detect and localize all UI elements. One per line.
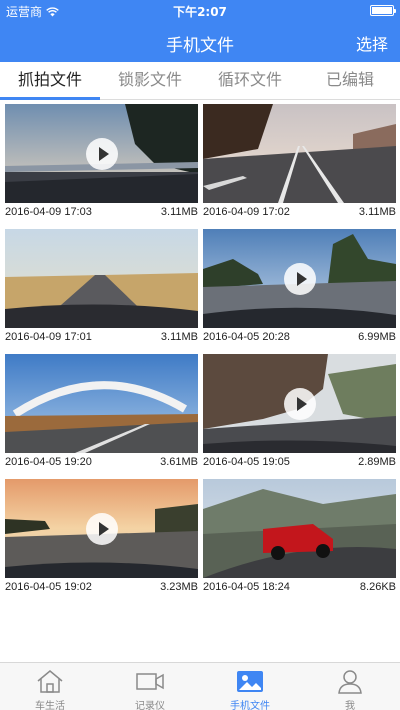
file-date: 2016-04-09 17:03: [5, 206, 92, 218]
file-category-tabs: 抓拍文件 锁影文件 循环文件 已编辑: [0, 62, 400, 100]
file-meta: 2016-04-05 19:20 3.61MB: [5, 456, 198, 472]
file-date: 2016-04-05 19:20: [5, 456, 92, 468]
video-thumbnail: [203, 229, 396, 328]
photo-thumbnail: [203, 479, 396, 578]
play-button[interactable]: [85, 137, 118, 170]
tab-snapshot-files[interactable]: 抓拍文件: [0, 62, 100, 100]
file-size: 3.23MB: [160, 581, 198, 593]
tab-edited-files[interactable]: 已编辑: [300, 62, 400, 99]
file-card[interactable]: 2016-04-09 17:02 3.11MB: [203, 104, 396, 224]
file-date: 2016-04-05 19:02: [5, 581, 92, 593]
file-size: 3.61MB: [160, 456, 198, 468]
file-meta: 2016-04-09 17:01 3.11MB: [5, 331, 198, 347]
file-card[interactable]: 2016-04-05 20:28 6.99MB: [203, 229, 396, 349]
battery-icon: [370, 5, 396, 16]
video-thumbnail: [5, 354, 198, 453]
file-card[interactable]: 2016-04-05 19:20 3.61MB: [5, 354, 198, 474]
tabbar-item-phone-files[interactable]: 手机文件: [200, 663, 300, 710]
video-thumbnail: [203, 104, 396, 203]
file-date: 2016-04-09 17:01: [5, 331, 92, 343]
file-meta: 2016-04-05 20:28 6.99MB: [203, 331, 396, 347]
navigation-header: 运营商 下午2:07 手机文件 选择: [0, 0, 400, 62]
play-button[interactable]: [283, 262, 316, 295]
tabbar-label: 记录仪: [135, 701, 165, 710]
file-meta: 2016-04-05 18:24 8.26KB: [203, 581, 396, 597]
file-card[interactable]: 2016-04-05 18:24 8.26KB: [203, 479, 396, 599]
select-button[interactable]: 选择: [356, 31, 388, 55]
bottom-tab-bar: 车生活 记录仪 手机文件 我: [0, 662, 400, 710]
file-meta: 2016-04-05 19:02 3.23MB: [5, 581, 198, 597]
file-date: 2016-04-05 18:24: [203, 581, 290, 593]
file-meta: 2016-04-09 17:03 3.11MB: [5, 206, 198, 222]
file-meta: 2016-04-05 19:05 2.89MB: [203, 456, 396, 472]
video-thumbnail: [203, 354, 396, 453]
file-size: 3.11MB: [160, 331, 198, 343]
file-card[interactable]: 2016-04-09 17:03 3.11MB: [5, 104, 198, 224]
person-icon: [338, 670, 362, 694]
file-size: 3.11MB: [160, 206, 198, 218]
home-icon: [37, 670, 63, 693]
file-card[interactable]: 2016-04-05 19:05 2.89MB: [203, 354, 396, 474]
file-date: 2016-04-05 19:05: [203, 456, 290, 468]
tabbar-item-recorder[interactable]: 记录仪: [100, 663, 200, 710]
file-size: 3.11MB: [358, 206, 396, 218]
status-bar: 运营商 下午2:07: [0, 0, 400, 20]
file-size: 2.89MB: [358, 456, 396, 468]
tabbar-item-me[interactable]: 我: [300, 663, 400, 710]
tabbar-label: 手机文件: [230, 701, 270, 710]
status-clock: 下午2:07: [173, 5, 227, 19]
tabbar-label: 我: [345, 701, 355, 710]
play-button[interactable]: [85, 512, 118, 545]
file-card[interactable]: 2016-04-09 17:01 3.11MB: [5, 229, 198, 349]
file-date: 2016-04-05 20:28: [203, 331, 290, 343]
video-thumbnail: [5, 229, 198, 328]
file-meta: 2016-04-09 17:02 3.11MB: [203, 206, 396, 222]
video-camera-icon: [136, 673, 164, 690]
tabbar-label: 车生活: [35, 701, 65, 710]
image-icon: [237, 671, 263, 692]
file-date: 2016-04-09 17:02: [203, 206, 290, 218]
video-thumbnail: [5, 104, 198, 203]
file-card[interactable]: 2016-04-05 19:02 3.23MB: [5, 479, 198, 599]
tab-locked-files[interactable]: 锁影文件: [100, 62, 200, 99]
file-size: 6.99MB: [358, 331, 396, 343]
tabbar-item-car-life[interactable]: 车生活: [0, 663, 100, 710]
page-title: 手机文件: [166, 36, 234, 56]
file-size: 8.26KB: [359, 581, 396, 593]
tab-loop-files[interactable]: 循环文件: [200, 62, 300, 99]
video-thumbnail: [5, 479, 198, 578]
play-button[interactable]: [283, 387, 316, 420]
